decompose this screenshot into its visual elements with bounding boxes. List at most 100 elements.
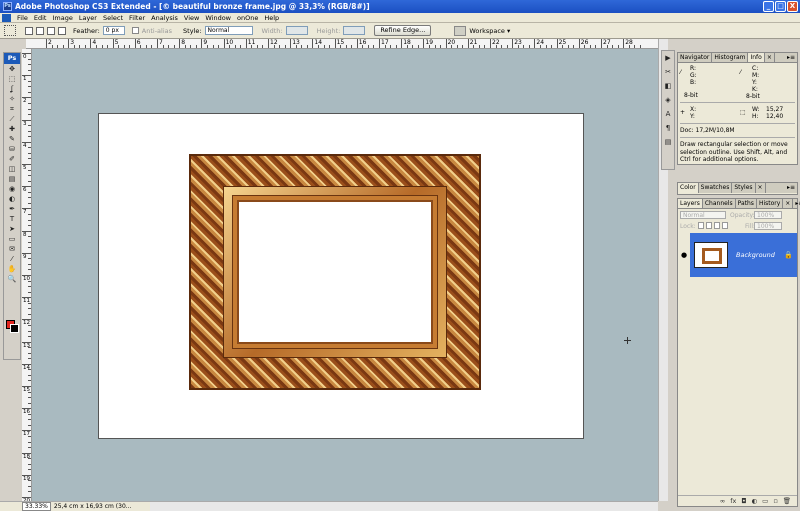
play-icon[interactable]: ▶ <box>662 54 674 65</box>
lock-pixels-icon[interactable] <box>706 222 712 229</box>
path-select-icon[interactable]: ➤ <box>4 224 20 234</box>
maximize-button[interactable]: □ <box>775 1 786 12</box>
hand-icon[interactable]: ✋ <box>4 264 20 274</box>
paragraph-icon[interactable]: ¶ <box>662 124 674 135</box>
gradient-icon[interactable]: ▤ <box>4 174 20 184</box>
clone-icon[interactable]: ◈ <box>662 96 674 107</box>
brush-icon[interactable]: ✎ <box>4 134 20 144</box>
layer-mask-icon[interactable]: ◘ <box>741 497 746 505</box>
healing-icon[interactable]: ✚ <box>4 124 20 134</box>
tab-history[interactable]: History <box>757 199 784 208</box>
tab-color[interactable]: Color <box>678 183 699 193</box>
lasso-icon[interactable]: ʆ <box>4 84 20 94</box>
refine-edge-button[interactable]: Refine Edge... <box>374 25 432 36</box>
ruler-left-label: 4 <box>23 142 27 149</box>
close-icon[interactable]: × <box>783 199 794 208</box>
menu-select[interactable]: Select <box>100 14 126 22</box>
new-group-icon[interactable]: ▭ <box>762 497 768 505</box>
eyedropper-icon[interactable]: ⁄ <box>4 254 20 264</box>
document-canvas[interactable] <box>98 113 584 439</box>
workspace-menu[interactable]: Workspace ▾ <box>469 27 510 35</box>
history-brush-icon[interactable]: ✐ <box>4 154 20 164</box>
tab-paths[interactable]: Paths <box>736 199 757 208</box>
tools-icon[interactable]: ✂ <box>662 68 674 79</box>
intersect-selection-icon[interactable] <box>58 26 66 35</box>
slice-icon[interactable]: ⟋ <box>4 114 20 124</box>
horizontal-scrollbar[interactable] <box>150 501 658 511</box>
layer-thumbnail <box>694 242 728 268</box>
marquee-icon[interactable]: ⬚ <box>4 74 20 84</box>
y-coord-label: Y: <box>690 113 695 120</box>
antialias-checkbox[interactable] <box>131 27 139 34</box>
eraser-icon[interactable]: ◫ <box>4 164 20 174</box>
blur-icon[interactable]: ◉ <box>4 184 20 194</box>
minimize-button[interactable]: _ <box>763 1 774 12</box>
notes-icon[interactable]: ✉ <box>4 244 20 254</box>
tab-layers[interactable]: Layers <box>678 199 703 208</box>
zoom-field[interactable]: 33.33% <box>22 502 51 511</box>
close-icon[interactable]: × <box>765 53 775 62</box>
height-input[interactable] <box>343 26 366 35</box>
width-input[interactable] <box>285 26 308 35</box>
layer-style-icon[interactable]: fx <box>730 497 736 505</box>
dodge-icon[interactable]: ◐ <box>4 194 20 204</box>
fill-input[interactable]: 100% <box>754 222 782 230</box>
feather-input[interactable]: 0 px <box>102 26 125 35</box>
tab-histogram[interactable]: Histogram <box>712 53 749 62</box>
menu-help[interactable]: Help <box>261 14 282 22</box>
visibility-eye-icon[interactable]: ● <box>678 233 690 277</box>
shape-icon[interactable]: ▭ <box>4 234 20 244</box>
add-selection-icon[interactable] <box>36 26 44 35</box>
canvas-area[interactable] <box>32 49 658 501</box>
menu-onone[interactable]: onOne <box>234 14 261 22</box>
layer-comps-icon[interactable]: ▤ <box>662 138 674 149</box>
m-label: M: <box>752 72 760 79</box>
crop-icon[interactable]: ⌗ <box>4 104 20 114</box>
tab-channels[interactable]: Channels <box>703 199 736 208</box>
brushes-icon[interactable]: ◧ <box>662 82 674 93</box>
bridge-icon[interactable] <box>454 25 467 36</box>
close-button[interactable]: X <box>787 1 798 12</box>
menu-image[interactable]: Image <box>49 14 75 22</box>
layer-row-background[interactable]: ● Background 🔒 <box>678 233 797 277</box>
opacity-input[interactable]: 100% <box>754 211 782 219</box>
lock-all-icon[interactable] <box>722 222 728 229</box>
tab-styles[interactable]: Styles <box>732 183 756 193</box>
move-icon[interactable]: ✥ <box>4 64 20 74</box>
style-select[interactable]: Normal <box>204 26 253 35</box>
layer-name[interactable]: Background <box>736 251 775 259</box>
panel-menu-icon[interactable]: ▸≡ <box>785 183 797 193</box>
menu-file[interactable]: File <box>14 14 31 22</box>
subtract-selection-icon[interactable] <box>47 26 55 35</box>
pen-icon[interactable]: ✒ <box>4 204 20 214</box>
lock-transparency-icon[interactable] <box>698 222 704 229</box>
panel-menu-icon[interactable]: ▸≡ <box>785 53 797 62</box>
zoom-icon[interactable]: 🔍 <box>4 274 20 284</box>
marquee-preset-icon[interactable] <box>4 25 16 36</box>
character-icon[interactable]: A <box>662 110 674 121</box>
tab-swatches[interactable]: Swatches <box>699 183 733 193</box>
w-label: W: <box>752 106 760 113</box>
new-layer-icon[interactable]: ▫ <box>773 497 777 505</box>
blend-mode-select[interactable]: Normal <box>680 211 726 219</box>
magic-wand-icon[interactable]: ✧ <box>4 94 20 104</box>
panel-menu-icon[interactable]: ▸≡ <box>793 199 800 208</box>
stamp-icon[interactable]: ⛁ <box>4 144 20 154</box>
tab-info[interactable]: Info <box>748 53 765 62</box>
type-icon[interactable]: T <box>4 214 20 224</box>
menu-window[interactable]: Window <box>202 14 234 22</box>
link-layers-icon[interactable]: ∞ <box>720 497 725 505</box>
ps-menu-icon[interactable] <box>2 13 11 22</box>
menu-analysis[interactable]: Analysis <box>148 14 181 22</box>
menu-edit[interactable]: Edit <box>31 14 50 22</box>
new-selection-icon[interactable] <box>25 26 33 35</box>
background-color-swatch[interactable] <box>10 324 19 333</box>
menu-layer[interactable]: Layer <box>76 14 100 22</box>
menu-filter[interactable]: Filter <box>126 14 148 22</box>
lock-position-icon[interactable] <box>714 222 720 229</box>
delete-layer-icon[interactable]: 🗑 <box>783 497 791 505</box>
menu-view[interactable]: View <box>181 14 202 22</box>
adjustment-layer-icon[interactable]: ◐ <box>752 497 758 505</box>
tab-navigator[interactable]: Navigator <box>678 53 713 62</box>
close-icon[interactable]: × <box>756 183 766 193</box>
